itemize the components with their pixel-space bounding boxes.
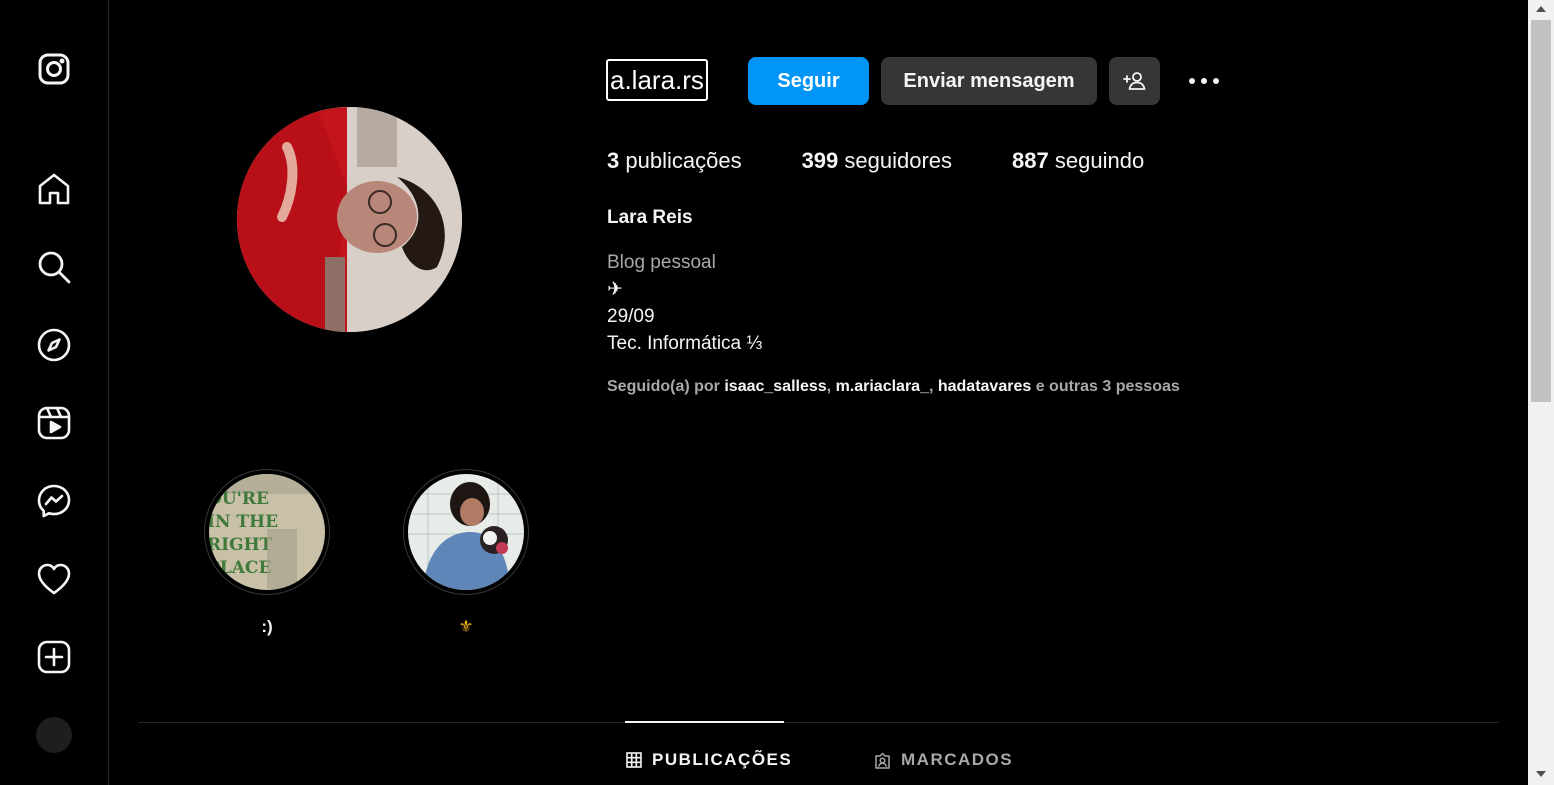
reels-icon[interactable] xyxy=(34,403,74,443)
following-stat[interactable]: 887 seguindo xyxy=(1012,148,1144,174)
profile-stats: 3 publicações 399 seguidores 887 seguind… xyxy=(607,148,1204,174)
story-highlight[interactable]: ⚜ xyxy=(403,469,529,637)
notifications-heart-icon[interactable] xyxy=(34,559,74,599)
scrollbar-thumb[interactable] xyxy=(1531,20,1551,402)
send-message-button[interactable]: Enviar mensagem xyxy=(881,57,1097,105)
scroll-down-arrow-icon[interactable] xyxy=(1536,771,1546,777)
suggest-accounts-button[interactable] xyxy=(1109,57,1160,105)
bio-line: 29/09 xyxy=(607,306,655,327)
explore-icon[interactable] xyxy=(34,325,74,365)
tab-posts[interactable]: PUBLICAÇÕES xyxy=(626,750,792,770)
follow-button[interactable]: Seguir xyxy=(748,57,869,105)
grid-icon xyxy=(626,752,642,768)
highlight-label: :) xyxy=(261,617,273,636)
profile-avatar[interactable] xyxy=(36,717,72,753)
profile-category: Blog pessoal xyxy=(607,252,716,273)
active-tab-indicator xyxy=(625,721,784,723)
followed-by-text[interactable]: Seguido(a) por isaac_salless, m.ariaclar… xyxy=(607,378,1180,396)
posts-stat: 3 publicações xyxy=(607,148,742,173)
story-highlight[interactable]: OU'RE IN THE RIGHT PLACE :) xyxy=(204,469,330,637)
tab-tagged-label: MARCADOS xyxy=(901,750,1014,769)
add-person-icon xyxy=(1122,72,1145,90)
home-icon[interactable] xyxy=(34,169,74,209)
profile-photo-image xyxy=(237,107,462,332)
highlight-cover: OU'RE IN THE RIGHT PLACE xyxy=(209,474,325,590)
highlight-ring xyxy=(403,469,529,595)
full-name: Lara Reis xyxy=(607,207,693,228)
messenger-icon[interactable] xyxy=(34,481,74,521)
highlight-cover xyxy=(408,474,524,590)
follower-link[interactable]: m.ariaclara_ xyxy=(836,378,929,395)
follower-link[interactable]: hadatavares xyxy=(938,378,1031,395)
highlight-cover-image: OU'RE IN THE RIGHT PLACE xyxy=(209,474,325,590)
followers-stat[interactable]: 399 seguidores xyxy=(802,148,952,174)
scroll-up-arrow-icon[interactable] xyxy=(1536,6,1546,12)
page-scrollbar[interactable] xyxy=(1528,0,1554,785)
bio-line: ✈ xyxy=(607,279,623,300)
bio-line: Tec. Informática ⅓ xyxy=(607,333,763,354)
more-options-button[interactable] xyxy=(1184,68,1224,94)
more-dots-icon xyxy=(1189,78,1219,84)
sidebar xyxy=(0,0,109,785)
tagged-icon xyxy=(875,752,890,769)
tabs-divider xyxy=(138,722,1499,723)
create-icon[interactable] xyxy=(34,637,74,677)
highlight-label: ⚜ xyxy=(458,617,474,636)
follower-link[interactable]: isaac_salless xyxy=(724,378,826,395)
highlight-ring: OU'RE IN THE RIGHT PLACE xyxy=(204,469,330,595)
tab-posts-label: PUBLICAÇÕES xyxy=(652,750,793,769)
username-heading: a.lara.rs xyxy=(606,59,708,101)
instagram-logo-icon[interactable] xyxy=(34,49,74,89)
tab-tagged[interactable]: MARCADOS xyxy=(874,750,1013,770)
profile-picture[interactable] xyxy=(237,107,462,332)
search-icon[interactable] xyxy=(34,247,74,287)
highlight-cover-image xyxy=(408,474,524,590)
